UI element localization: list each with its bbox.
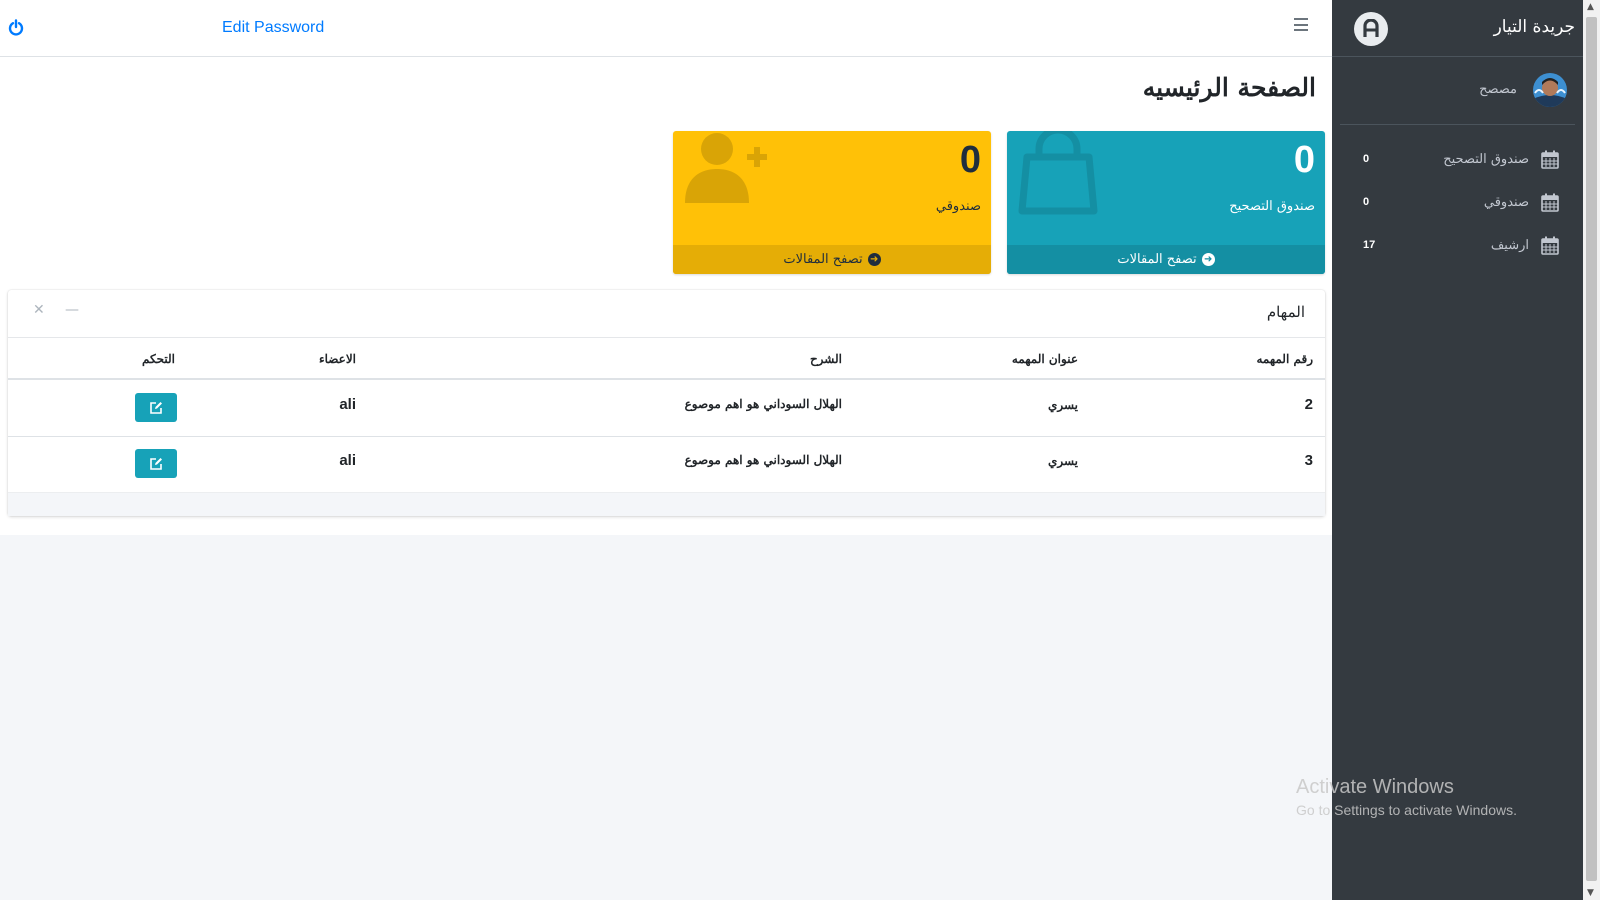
task-description: الهلال السوداني هو اهم موصوع <box>684 453 842 467</box>
edit-icon <box>150 401 162 414</box>
my-box-browse-link[interactable]: تصفح المقالات ➜ <box>673 245 991 274</box>
brand-logo <box>1354 12 1388 46</box>
task-title: يسري <box>1047 454 1078 468</box>
scroll-up-arrow-icon[interactable]: ▲ <box>1587 2 1594 12</box>
correction-box-card: 0 صندوق التصحيح تصفح المقالات ➜ <box>1007 131 1325 274</box>
table-header-divider <box>8 378 1325 380</box>
sidebar-item-label: ارشيف <box>1490 238 1529 253</box>
header-task-title: عنوان المهمه <box>1011 352 1078 366</box>
task-members: ali <box>339 452 356 469</box>
edit-icon <box>150 457 162 470</box>
minimize-icon[interactable]: — <box>65 302 79 318</box>
header-task-number: رقم المهمه <box>1256 352 1313 366</box>
header-control: التحكم <box>142 352 175 366</box>
watermark-subtitle: Go to Settings to activate Windows. <box>1296 802 1517 818</box>
sidebar-item-label: صندوقي <box>1483 195 1529 210</box>
task-title: يسري <box>1047 398 1078 412</box>
tasks-card: المهام ✕ — رقم المهمه عنوان المهمه الشرح… <box>8 290 1325 516</box>
task-number: 2 <box>1304 396 1313 413</box>
sidebar-item-count: 0 <box>1363 196 1370 208</box>
header-description: الشرح <box>809 352 842 366</box>
calendar-icon <box>1541 193 1559 212</box>
task-description: الهلال السوداني هو اهم موصوع <box>684 397 842 411</box>
page-scrollbar[interactable]: ▲ ▼ <box>1583 0 1600 900</box>
edit-password-link[interactable]: Edit Password <box>222 19 324 37</box>
my-box-card: 0 صندوقي تصفح المقالات ➜ <box>673 131 991 274</box>
user-plus-icon <box>681 131 771 211</box>
top-navbar: Edit Password <box>0 0 1332 57</box>
brand-text: جريدة التيار <box>1493 17 1575 37</box>
scroll-down-arrow-icon[interactable]: ▼ <box>1587 888 1594 898</box>
edit-task-button[interactable] <box>135 393 177 422</box>
sidebar-item-my-box[interactable]: صندوقي 0 <box>1340 183 1575 223</box>
activate-windows-watermark: Activate Windows Go to Settings to activ… <box>1296 776 1517 818</box>
sidebar-item-correction-box[interactable]: صندوق التصحيح 0 <box>1340 140 1575 180</box>
arrow-circle-left-icon: ➜ <box>1201 253 1215 266</box>
row-divider <box>8 436 1325 437</box>
calendar-icon <box>1541 236 1559 255</box>
correction-box-label: صندوق التصحيح <box>1229 199 1315 214</box>
calendar-icon <box>1541 150 1559 169</box>
sidebar-item-count: 17 <box>1363 239 1376 251</box>
arrow-circle-left-icon: ➜ <box>867 253 881 266</box>
menu-toggle-icon[interactable] <box>1294 18 1308 31</box>
sidebar-item-archive[interactable]: ارشيف 17 <box>1340 226 1575 266</box>
sidebar-item-label: صندوق التصحيح <box>1443 152 1529 167</box>
sidebar-item-count: 0 <box>1363 153 1370 165</box>
correction-box-browse-link[interactable]: تصفح المقالات ➜ <box>1007 245 1325 274</box>
main-content: الصفحة الرئيسيه 0 صندوق التصحيح تصفح الم… <box>0 57 1332 535</box>
brand-link[interactable]: جريدة التيار <box>1332 0 1583 57</box>
watermark-title: Activate Windows <box>1296 776 1454 798</box>
sidebar: جريدة التيار مصصح صندوق التصحيح 0 صندوقي… <box>1332 0 1583 900</box>
header-members: الاعضاء <box>318 352 356 366</box>
power-icon[interactable] <box>8 19 24 37</box>
avatar[interactable] <box>1533 73 1567 107</box>
my-box-count: 0 <box>959 139 981 181</box>
user-panel: مصصح <box>1340 58 1575 125</box>
scroll-thumb[interactable] <box>1586 17 1597 881</box>
task-number: 3 <box>1304 452 1313 469</box>
shopping-bag-icon <box>1015 131 1101 221</box>
close-icon[interactable]: ✕ <box>33 302 45 318</box>
browse-articles-label: تصفح المقالات <box>783 252 863 267</box>
tasks-card-footer <box>8 492 1325 516</box>
tasks-card-header: المهام ✕ — <box>8 290 1325 338</box>
my-box-label: صندوقي <box>935 199 981 214</box>
edit-task-button[interactable] <box>135 449 177 478</box>
task-members: ali <box>339 396 356 413</box>
correction-box-count: 0 <box>1293 139 1315 181</box>
tasks-card-title: المهام <box>1266 303 1305 321</box>
user-name[interactable]: مصصح <box>1479 82 1517 97</box>
browse-articles-label: تصفح المقالات <box>1117 252 1197 267</box>
page-title: الصفحة الرئيسيه <box>1142 73 1316 102</box>
